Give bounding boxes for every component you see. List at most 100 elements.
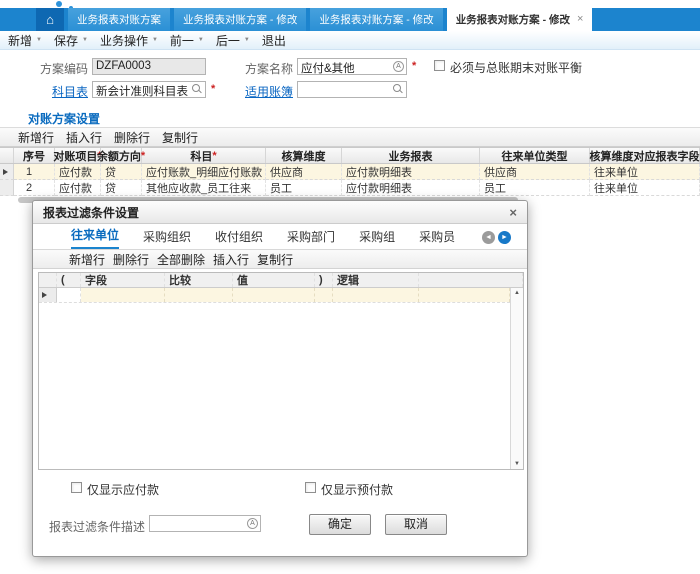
- menu-next-button[interactable]: 后一 ▼: [216, 32, 250, 49]
- account-table-link[interactable]: 科目表: [28, 83, 88, 100]
- search-icon[interactable]: [192, 84, 203, 95]
- menu-save-button[interactable]: 保存 ▼: [54, 32, 88, 49]
- vertical-scrollbar[interactable]: ▲ ▼: [510, 288, 523, 469]
- reconciliation-table: 序号 对账项目* 余额方向* 科目* 核算维度 业务报表 往来单位类型 核算维度…: [0, 147, 700, 196]
- row-marker-header: [39, 273, 57, 287]
- menu-exit-button[interactable]: 退出: [262, 32, 286, 49]
- delete-all-button[interactable]: 全部删除: [157, 251, 205, 268]
- cell-report[interactable]: 应付款明细表: [342, 180, 480, 196]
- cell-open-paren[interactable]: [57, 288, 81, 302]
- insert-row-button[interactable]: 插入行: [213, 251, 249, 268]
- scroll-down-icon[interactable]: ▼: [514, 461, 520, 467]
- cell-item[interactable]: 应付款: [55, 180, 101, 196]
- add-row-button[interactable]: 新增行: [18, 129, 54, 146]
- cell-close-paren[interactable]: [315, 288, 333, 302]
- tab-partner[interactable]: 往来单位: [71, 226, 119, 249]
- menu-business-ops-button[interactable]: 业务操作 ▼: [100, 32, 158, 49]
- close-icon[interactable]: ×: [577, 14, 583, 25]
- insert-row-button[interactable]: 插入行: [66, 129, 102, 146]
- tab-nav: ◄ ►: [482, 231, 511, 249]
- tab-purchase-group[interactable]: 采购组: [359, 228, 395, 249]
- cell-compare[interactable]: [165, 288, 233, 302]
- tab-scroll-left-icon[interactable]: ◄: [482, 231, 495, 244]
- scheme-name-field[interactable]: 应付&其他: [297, 58, 407, 75]
- delete-row-button[interactable]: 删除行: [114, 129, 150, 146]
- cell-account[interactable]: 其他应收款_员工往来: [142, 180, 266, 196]
- col-label: 核算维度对应报表字段: [590, 148, 700, 164]
- cell-partner-type[interactable]: 供应商: [480, 164, 590, 180]
- tab-scheme-edit-2[interactable]: 业务报表对账方案 - 修改: [310, 8, 442, 31]
- filter-desc-field[interactable]: [149, 515, 261, 532]
- scroll-up-icon[interactable]: ▲: [514, 290, 520, 296]
- cell-dimension[interactable]: 供应商: [266, 164, 342, 180]
- menu-label: 业务操作: [100, 32, 148, 49]
- dialog-titlebar[interactable]: 报表过滤条件设置 ×: [33, 201, 527, 224]
- cell-direction[interactable]: 贷: [101, 164, 142, 180]
- row-marker-cell[interactable]: [39, 288, 57, 302]
- col-label: 对账项目: [53, 148, 97, 164]
- cell-report[interactable]: 应付款明细表: [342, 164, 480, 180]
- cell-report-field[interactable]: 往来单位: [590, 180, 700, 196]
- tab-label: 业务报表对账方案 - 修改: [456, 12, 570, 27]
- only-payable-checkbox[interactable]: [71, 482, 82, 493]
- multilingual-icon[interactable]: A: [247, 518, 258, 529]
- table-row[interactable]: 2 应付款 贷 其他应收款_员工往来 员工 应付款明细表 员工 往来单位: [0, 180, 700, 196]
- cell-logic[interactable]: [333, 288, 419, 302]
- tab-scheme-list[interactable]: 业务报表对账方案: [68, 8, 170, 31]
- only-prepaid-checkbox[interactable]: [305, 482, 316, 493]
- current-row-icon: [3, 169, 8, 175]
- col-report: 业务报表: [342, 148, 480, 163]
- home-tab[interactable]: ⌂: [36, 8, 64, 31]
- account-table-field[interactable]: 新会计准则科目表: [92, 81, 206, 98]
- tab-purchaser[interactable]: 采购员: [419, 228, 455, 249]
- col-label: 余额方向: [97, 148, 141, 164]
- table-row[interactable]: 1 应付款 贷 应付账款_明细应付账款 供应商 应付款明细表 供应商 往来单位: [0, 164, 700, 180]
- ok-button[interactable]: 确定: [309, 514, 371, 535]
- col-dimension: 核算维度: [266, 148, 342, 163]
- row-marker-cell[interactable]: [0, 180, 14, 196]
- copy-row-button[interactable]: 复制行: [257, 251, 293, 268]
- tab-purchase-org[interactable]: 采购组织: [143, 228, 191, 249]
- cell-report-field[interactable]: 往来单位: [590, 164, 700, 180]
- cell-seq[interactable]: 1: [14, 164, 55, 180]
- tab-bar-spacer: [0, 8, 36, 31]
- tab-scheme-edit-1[interactable]: 业务报表对账方案 - 修改: [174, 8, 306, 31]
- filter-condition-grid: ( 字段 比较 值 ) 逻辑: [38, 272, 524, 470]
- tab-purchase-dept[interactable]: 采购部门: [287, 228, 335, 249]
- copy-row-button[interactable]: 复制行: [162, 129, 198, 146]
- main-toolbar: 新增 ▼ 保存 ▼ 业务操作 ▼ 前一 ▼ 后一 ▼ 退出: [0, 31, 700, 50]
- col-value: 值: [233, 273, 315, 287]
- add-row-button[interactable]: 新增行: [69, 251, 105, 268]
- cell-direction[interactable]: 贷: [101, 180, 142, 196]
- close-icon[interactable]: ×: [509, 206, 517, 219]
- tab-scroll-right-icon[interactable]: ►: [498, 231, 511, 244]
- delete-row-button[interactable]: 删除行: [113, 251, 149, 268]
- row-marker-cell[interactable]: [0, 164, 14, 180]
- menu-label: 退出: [262, 32, 286, 49]
- cancel-button[interactable]: 取消: [385, 514, 447, 535]
- current-row-icon: [42, 292, 47, 298]
- search-icon[interactable]: [393, 84, 404, 95]
- col-account: 科目*: [142, 148, 266, 163]
- ledger-field[interactable]: [297, 81, 407, 98]
- menu-new-button[interactable]: 新增 ▼: [8, 32, 42, 49]
- required-mark: *: [212, 150, 216, 162]
- cell-dimension[interactable]: 员工: [266, 180, 342, 196]
- cell-field[interactable]: [81, 288, 165, 302]
- balance-checkbox[interactable]: [434, 60, 445, 71]
- multilingual-icon[interactable]: A: [393, 61, 404, 72]
- menu-previous-button[interactable]: 前一 ▼: [170, 32, 204, 49]
- cell-item[interactable]: 应付款: [55, 164, 101, 180]
- cell-seq[interactable]: 2: [14, 180, 55, 196]
- grid-rows-area[interactable]: [39, 288, 510, 469]
- grid-row[interactable]: [39, 288, 510, 303]
- cell-value[interactable]: [233, 288, 315, 302]
- chevron-down-icon: ▼: [152, 37, 158, 43]
- cell-account[interactable]: 应付账款_明细应付账款: [142, 164, 266, 180]
- ledger-link[interactable]: 适用账簿: [243, 83, 293, 100]
- tab-scheme-edit-active[interactable]: 业务报表对账方案 - 修改 ×: [447, 8, 593, 31]
- tab-payment-org[interactable]: 收付组织: [215, 228, 263, 249]
- cell-partner-type[interactable]: 员工: [480, 180, 590, 196]
- scheme-name-label: 方案名称: [243, 60, 293, 77]
- report-filter-dialog: 报表过滤条件设置 × 往来单位 采购组织 收付组织 采购部门 采购组 采购员 ◄…: [32, 200, 528, 557]
